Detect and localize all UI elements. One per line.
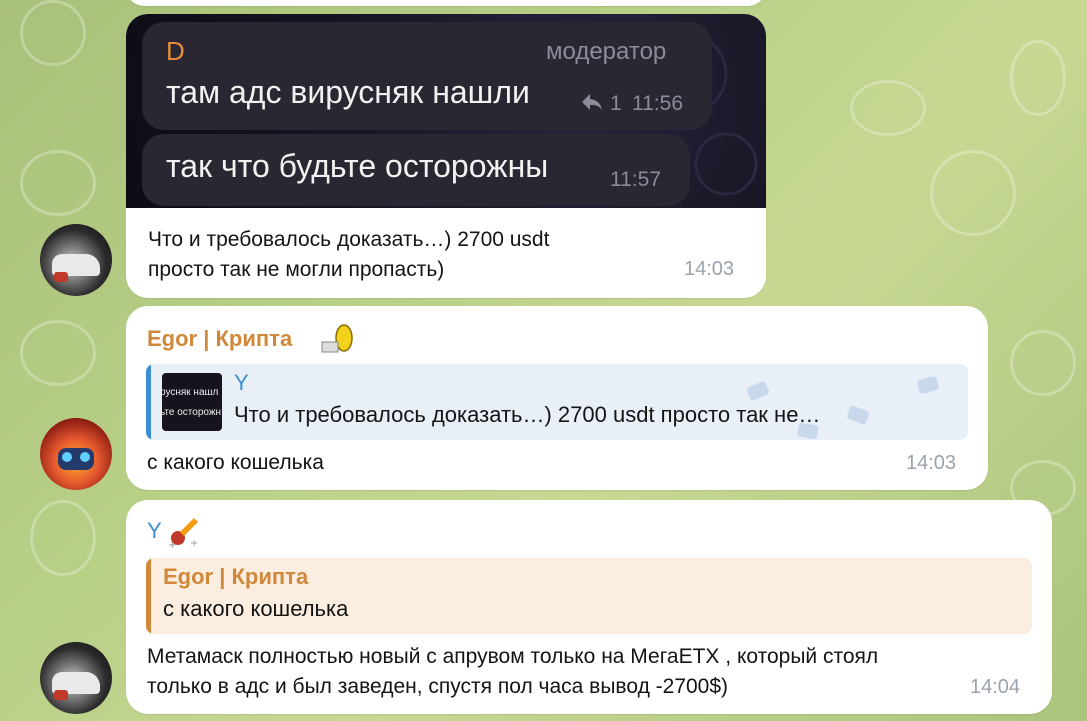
quote-bar	[146, 364, 151, 440]
reply-quote[interactable]: русняк нашл ьте осторожн Y Что и требова…	[146, 364, 968, 440]
sender-name[interactable]: Y	[147, 516, 162, 546]
thumb-text-1: русняк нашл	[162, 387, 219, 398]
dark-sender-name: D	[166, 36, 185, 66]
svg-text:+: +	[190, 538, 198, 549]
quote-bar	[146, 558, 151, 634]
message-time: 14:03	[684, 258, 735, 280]
dark-time-1: 11:56	[632, 92, 683, 115]
dark-message-text-1: там адс вирусняк нашли	[166, 74, 530, 110]
sender-emoji-badge: + +	[164, 512, 206, 552]
message-text-line-1: Что и требовалось доказать…) 2700 usdt	[148, 228, 550, 251]
message-text-line-2: только в адс и был заведен, спустя пол ч…	[147, 675, 729, 698]
avatar[interactable]	[40, 642, 112, 714]
reply-count: 1	[610, 92, 622, 115]
previous-message-bubble	[126, 0, 766, 6]
quote-author: Egor | Крипта	[163, 564, 309, 589]
quote-text: с какого кошелька	[163, 596, 349, 621]
message-text-line-1: Метамаск полностью новый с апрувом тольк…	[147, 645, 879, 668]
sender-name[interactable]: Egor | Крипта	[147, 324, 292, 354]
dark-time-2: 11:57	[610, 168, 661, 191]
reply-arrow-icon	[580, 92, 604, 112]
message-time: 14:03	[906, 452, 957, 474]
dark-sender-role: модератор	[546, 38, 667, 65]
reply-quote[interactable]: Egor | Крипта с какого кошелька	[146, 558, 1032, 634]
quote-thumbnail: русняк нашл ьте осторожн	[162, 373, 222, 431]
avatar[interactable]	[40, 418, 112, 490]
svg-text:+: +	[168, 540, 176, 551]
thumb-text-2: ьте осторожн	[162, 407, 222, 418]
screenshot-image[interactable]: D модератор там адс вирусняк нашли 1 11:…	[126, 14, 766, 208]
sender-emoji-badge	[320, 322, 354, 354]
message-time: 14:04	[970, 676, 1021, 698]
message-text: с какого кошелька	[147, 451, 324, 474]
avatar[interactable]	[40, 224, 112, 296]
message-text-line-2: просто так не могли пропасть)	[148, 258, 445, 281]
dark-message-text-2: так что будьте осторожны	[166, 148, 549, 184]
quote-text: Что и требовалось доказать…) 2700 usdt п…	[234, 402, 821, 427]
quote-author: Y	[234, 370, 249, 395]
